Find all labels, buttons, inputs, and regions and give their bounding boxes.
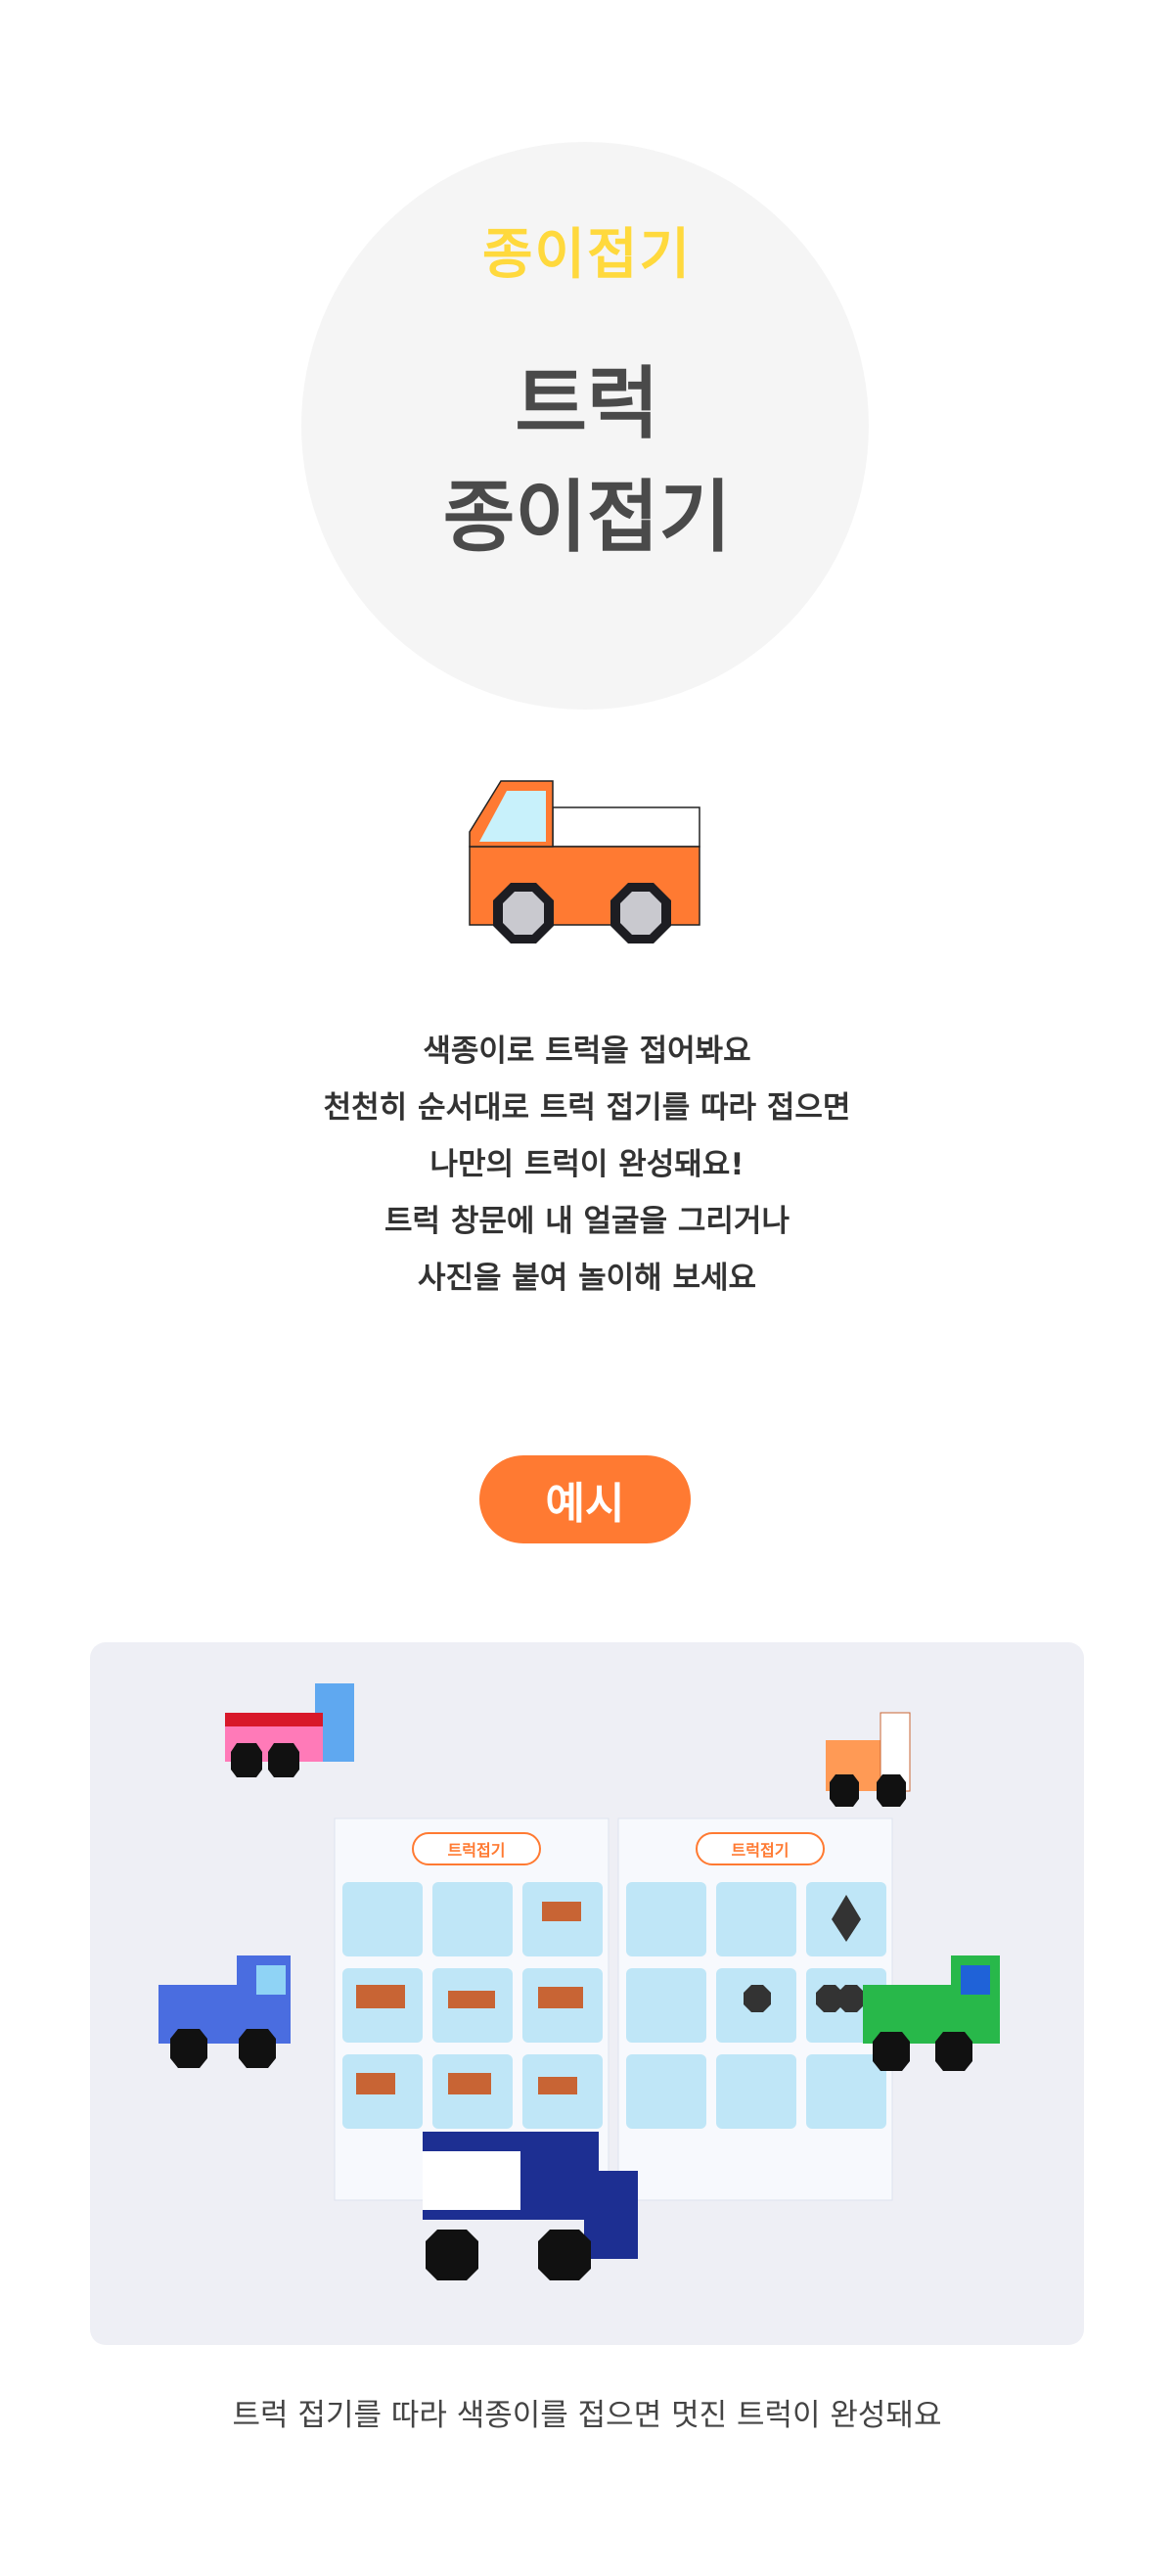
hero-title: 트럭 종이접기 [0, 347, 1174, 575]
hero-title-line-2: 종이접기 [442, 472, 732, 563]
truck-wheel-rear [610, 883, 671, 943]
sheet-title-left: 트럭접기 [448, 1841, 506, 1860]
sheet-title-right: 트럭접기 [732, 1841, 790, 1860]
intro-line-1: 색종이로 트럭을 접어봐요 [423, 1034, 751, 1069]
photo-illustration: 트럭접기 트럭접기 [158, 1683, 1000, 2280]
hero-kicker: 종이접기 [481, 223, 693, 287]
intro-line-3: 나만의 트럭이 완성돼요! [429, 1147, 745, 1182]
intro-text: 색종이로 트럭을 접어봐요 천천히 순서대로 트럭 접기를 따라 접으면 나만의… [0, 1023, 1174, 1307]
truck-illustration-icon [469, 780, 700, 943]
orange-truck [826, 1712, 911, 1807]
photo-caption: 트럭 접기를 따라 색종이를 접으면 멋진 트럭이 완성돼요 [232, 2398, 942, 2433]
truck-wheel-front [493, 883, 554, 943]
intro-line-2: 천천히 순서대로 트럭 접기를 따라 접으면 [323, 1090, 851, 1126]
blue-truck [158, 1955, 291, 2068]
hero-title-line-1: 트럭 [515, 358, 659, 449]
instruction-sheet-right: 트럭접기 [617, 1817, 893, 2201]
origami-trucks-photo: 트럭접기 트럭접기 [90, 1642, 1084, 2345]
intro-line-4: 트럭 창문에 내 얼굴을 그리거나 [384, 1204, 790, 1239]
example-badge: 예시 [479, 1455, 691, 1543]
pink-truck [225, 1683, 354, 1777]
intro-line-5: 사진을 붙여 놀이해 보세요 [417, 1261, 757, 1296]
